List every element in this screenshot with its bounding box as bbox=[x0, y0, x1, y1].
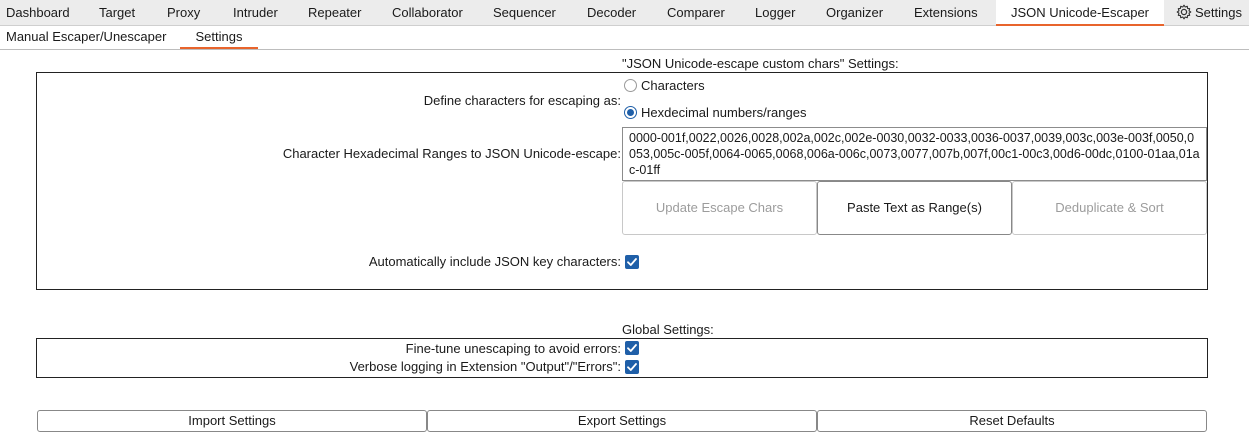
tab-extensions[interactable]: Extensions bbox=[914, 0, 978, 26]
tab-organizer[interactable]: Organizer bbox=[826, 0, 883, 26]
ranges-label: Character Hexadecimal Ranges to JSON Uni… bbox=[282, 146, 621, 161]
deduplicate-sort-button[interactable]: Deduplicate & Sort bbox=[1012, 181, 1207, 235]
global-settings-panel bbox=[36, 338, 1208, 378]
radio-hex-label: Hexdecimal numbers/ranges bbox=[641, 105, 807, 120]
global-section-title: Global Settings: bbox=[622, 322, 714, 337]
tab-comparer[interactable]: Comparer bbox=[667, 0, 725, 26]
radio-characters[interactable]: Characters bbox=[624, 77, 705, 95]
radio-characters-button[interactable] bbox=[624, 79, 637, 92]
tab-dashboard[interactable]: Dashboard bbox=[6, 0, 70, 26]
subtab-settings[interactable]: Settings bbox=[180, 26, 258, 49]
tab-target[interactable]: Target bbox=[99, 0, 135, 26]
tab-settings-label: Settings bbox=[1195, 5, 1242, 20]
paste-text-as-ranges-button[interactable]: Paste Text as Range(s) bbox=[817, 181, 1012, 235]
finetune-label: Fine-tune unescaping to avoid errors: bbox=[405, 341, 621, 356]
subtab-manual-escaper[interactable]: Manual Escaper/Unescaper bbox=[6, 26, 166, 49]
reset-defaults-button[interactable]: Reset Defaults bbox=[817, 410, 1207, 432]
tab-collaborator[interactable]: Collaborator bbox=[392, 0, 463, 26]
tab-logger[interactable]: Logger bbox=[755, 0, 795, 26]
auto-include-checkbox[interactable] bbox=[625, 255, 639, 269]
main-tab-bar: Dashboard Target Proxy Intruder Repeater… bbox=[0, 0, 1249, 26]
tab-settings[interactable]: Settings bbox=[1176, 0, 1242, 26]
checkmark-icon bbox=[627, 344, 637, 352]
custom-section-title: "JSON Unicode-escape custom chars" Setti… bbox=[622, 56, 899, 71]
tab-repeater[interactable]: Repeater bbox=[308, 0, 361, 26]
import-settings-button[interactable]: Import Settings bbox=[37, 410, 427, 432]
tab-sequencer[interactable]: Sequencer bbox=[493, 0, 556, 26]
radio-hex[interactable]: Hexdecimal numbers/ranges bbox=[624, 104, 806, 122]
verbose-label: Verbose logging in Extension "Output"/"E… bbox=[349, 359, 621, 374]
checkmark-icon bbox=[627, 258, 637, 266]
auto-include-label: Automatically include JSON key character… bbox=[368, 254, 621, 269]
tab-json-unicode-escaper[interactable]: JSON Unicode-Escaper bbox=[996, 0, 1164, 26]
update-escape-chars-button[interactable]: Update Escape Chars bbox=[622, 181, 817, 235]
export-settings-button[interactable]: Export Settings bbox=[427, 410, 817, 432]
sub-tab-bar: Manual Escaper/Unescaper Settings bbox=[0, 26, 1249, 50]
tab-intruder[interactable]: Intruder bbox=[233, 0, 278, 26]
radio-hex-button[interactable] bbox=[624, 106, 637, 119]
verbose-checkbox[interactable] bbox=[625, 360, 639, 374]
finetune-checkbox[interactable] bbox=[625, 341, 639, 355]
radio-characters-label: Characters bbox=[641, 78, 705, 93]
checkmark-icon bbox=[627, 363, 637, 371]
tab-decoder[interactable]: Decoder bbox=[587, 0, 636, 26]
ranges-textarea[interactable]: 0000-001f,0022,0026,0028,002a,002c,002e-… bbox=[622, 127, 1207, 181]
define-chars-label: Define characters for escaping as: bbox=[423, 93, 621, 108]
tab-proxy[interactable]: Proxy bbox=[167, 0, 200, 26]
